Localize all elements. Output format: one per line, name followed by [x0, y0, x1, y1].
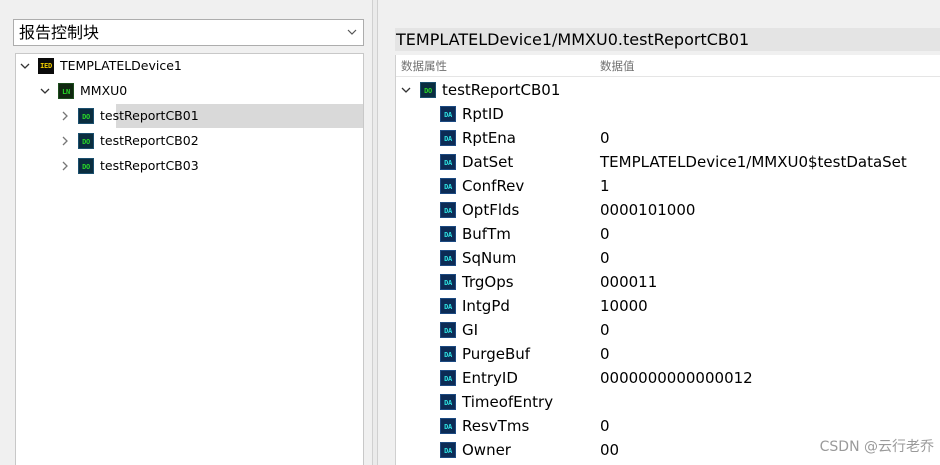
tree-item-label: TEMPLATELDevice1	[60, 58, 182, 73]
table-row[interactable]: DA IntgPd 10000	[396, 294, 936, 318]
attribute-name: OptFlds	[462, 201, 520, 219]
da-icon: DA	[440, 418, 456, 434]
attribute-value: 0000101000	[600, 201, 696, 219]
attribute-name: EntryID	[462, 369, 518, 387]
table-root-label: testReportCB01	[442, 81, 561, 99]
table-header: 数据属性 数据值	[396, 55, 940, 77]
attribute-name: TimeofEntry	[462, 393, 554, 411]
ied-icon: IED	[38, 58, 54, 74]
attribute-value: 0	[600, 249, 610, 267]
property-table[interactable]: 数据属性 数据值 DO testReportCB01 DA RptID DA RptEna…	[395, 55, 940, 465]
right-panel: TEMPLATELDevice1/MMXU0.testReportCB01 数据…	[378, 0, 940, 465]
attribute-name: TrgOps	[462, 273, 514, 291]
attribute-name: SqNum	[462, 249, 517, 267]
chevron-down-icon	[347, 29, 357, 35]
column-header-value[interactable]: 数据值	[600, 58, 635, 74]
table-row[interactable]: DA ResvTms 0	[396, 414, 936, 438]
tree-item[interactable]: DO testReportCB02	[16, 129, 363, 153]
da-icon: DA	[440, 202, 456, 218]
left-panel: 报告控制块 IED TEMPLATELDevice1 LN MMXU0 DO testRe…	[0, 0, 372, 465]
tree-item[interactable]: LN MMXU0	[16, 79, 363, 103]
category-dropdown-value: 报告控制块	[19, 23, 100, 42]
attribute-value: 0	[600, 345, 610, 363]
table-row[interactable]: DA EntryID 0000000000000012	[396, 366, 936, 390]
attribute-name: RptID	[462, 105, 504, 123]
attribute-value: 0000000000000012	[600, 369, 753, 387]
da-icon: DA	[440, 298, 456, 314]
ln-icon: LN	[58, 83, 74, 99]
tree-item[interactable]: IED TEMPLATELDevice1	[16, 54, 363, 78]
do-icon: DO	[78, 108, 94, 124]
da-icon: DA	[440, 394, 456, 410]
da-icon: DA	[440, 178, 456, 194]
chevron-down-icon[interactable]	[401, 85, 411, 95]
da-icon: DA	[440, 370, 456, 386]
watermark: CSDN @云行老乔	[819, 439, 934, 455]
table-row[interactable]: DA RptEna 0	[396, 126, 936, 150]
attribute-name: IntgPd	[462, 297, 510, 315]
chevron-right-icon[interactable]	[60, 161, 70, 171]
category-dropdown[interactable]: 报告控制块	[13, 19, 364, 46]
table-row[interactable]: DA PurgeBuf 0	[396, 342, 936, 366]
attribute-value: 000011	[600, 273, 658, 291]
tree-item-label: MMXU0	[80, 83, 128, 98]
da-icon: DA	[440, 154, 456, 170]
attribute-name: PurgeBuf	[462, 345, 531, 363]
table-row[interactable]: DA BufTm 0	[396, 222, 936, 246]
attribute-name: DatSet	[462, 153, 514, 171]
attribute-value: 0	[600, 225, 610, 243]
table-root-row[interactable]: DO testReportCB01	[396, 78, 936, 102]
chevron-right-icon[interactable]	[60, 136, 70, 146]
attribute-name: ResvTms	[462, 417, 530, 435]
tree-item-label: testReportCB03	[100, 158, 199, 173]
attribute-name: RptEna	[462, 129, 517, 147]
tree-item[interactable]: DO testReportCB03	[16, 154, 363, 178]
table-row[interactable]: DA TimeofEntry	[396, 390, 936, 414]
column-header-attribute[interactable]: 数据属性	[401, 58, 447, 74]
attribute-value: TEMPLATELDevice1/MMXU0$testDataSet	[600, 153, 907, 171]
do-icon: DO	[78, 158, 94, 174]
da-icon: DA	[440, 442, 456, 458]
chevron-right-icon[interactable]	[60, 111, 70, 121]
chevron-down-icon[interactable]	[20, 61, 30, 71]
tree-item[interactable]: DO testReportCB01	[62, 104, 363, 128]
table-row[interactable]: DA RptID	[396, 102, 936, 126]
object-path: TEMPLATELDevice1/MMXU0.testReportCB01	[396, 30, 750, 49]
table-row[interactable]: DA TrgOps 000011	[396, 270, 936, 294]
da-icon: DA	[440, 226, 456, 242]
path-bar: TEMPLATELDevice1/MMXU0.testReportCB01	[395, 28, 940, 51]
da-icon: DA	[440, 322, 456, 338]
attribute-name: GI	[462, 321, 479, 339]
attribute-value: 00	[600, 441, 620, 459]
do-icon: DO	[78, 133, 94, 149]
da-icon: DA	[440, 130, 456, 146]
attribute-name: BufTm	[462, 225, 511, 243]
da-icon: DA	[440, 274, 456, 290]
table-row[interactable]: DA DatSet TEMPLATELDevice1/MMXU0$testDataS…	[396, 150, 936, 174]
model-tree[interactable]: IED TEMPLATELDevice1 LN MMXU0 DO testReportCB…	[15, 53, 364, 465]
attribute-value: 0	[600, 417, 610, 435]
da-icon: DA	[440, 106, 456, 122]
tree-item-label: testReportCB01	[100, 108, 199, 123]
attribute-value: 10000	[600, 297, 648, 315]
chevron-down-icon[interactable]	[40, 86, 50, 96]
table-row[interactable]: DA OptFlds 0000101000	[396, 198, 936, 222]
attribute-value: 1	[600, 177, 610, 195]
table-row[interactable]: DA SqNum 0	[396, 246, 936, 270]
table-row[interactable]: DA GI 0	[396, 318, 936, 342]
attribute-name: ConfRev	[462, 177, 525, 195]
table-row[interactable]: DA ConfRev 1	[396, 174, 936, 198]
da-icon: DA	[440, 346, 456, 362]
attribute-value: 0	[600, 129, 610, 147]
da-icon: DA	[440, 250, 456, 266]
do-icon: DO	[420, 82, 436, 98]
attribute-value: 0	[600, 321, 610, 339]
attribute-name: Owner	[462, 441, 511, 459]
tree-item-label: testReportCB02	[100, 133, 199, 148]
